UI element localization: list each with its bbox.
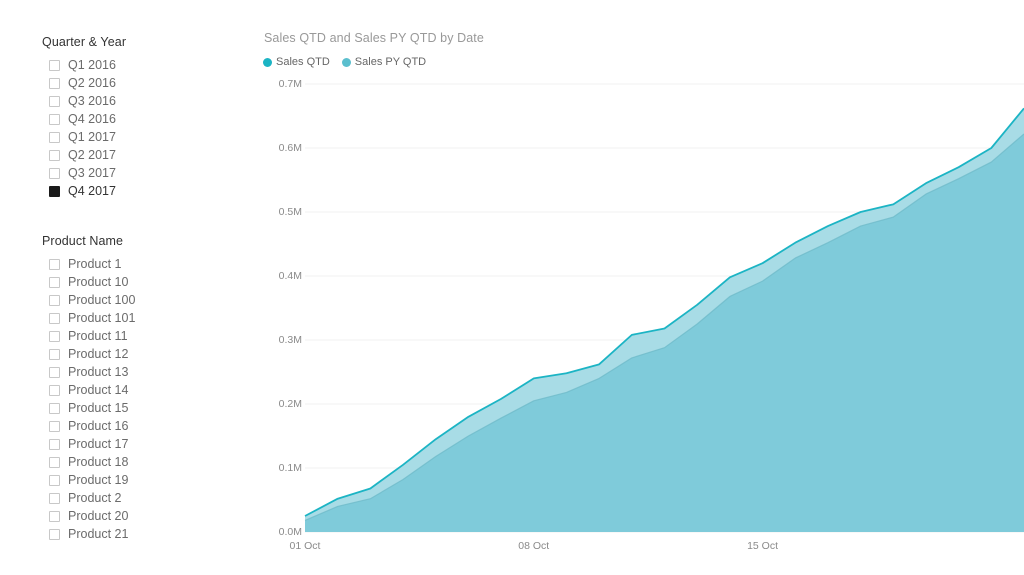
- slicer-item-label: Product 10: [68, 275, 129, 289]
- slicer-item-product-name[interactable]: Product 16: [42, 417, 232, 435]
- slicer-item-product-name[interactable]: Product 2: [42, 489, 232, 507]
- slicer-item-quarter-year[interactable]: Q1 2017: [42, 128, 232, 146]
- slicer-item-label: Product 17: [68, 437, 129, 451]
- slicer-item-label: Product 12: [68, 347, 129, 361]
- x-axis: 01 Oct 08 Oct 15 Oct: [250, 0, 1024, 575]
- checkbox-icon[interactable]: [49, 402, 60, 414]
- slicer-item-quarter-year[interactable]: Q1 2016: [42, 56, 232, 74]
- checkbox-icon[interactable]: [49, 510, 60, 522]
- checkbox-icon[interactable]: [49, 474, 60, 486]
- slicer-item-quarter-year[interactable]: Q4 2016: [42, 110, 232, 128]
- slicer-item-label: Product 101: [68, 311, 136, 325]
- checkbox-icon[interactable]: [49, 131, 60, 143]
- checkbox-icon[interactable]: [49, 312, 60, 324]
- slicer-item-product-name[interactable]: Product 101: [42, 309, 232, 327]
- slicer-item-label: Q1 2016: [68, 58, 116, 72]
- x-axis-tick-label: 08 Oct: [518, 540, 550, 552]
- slicer-item-label: Product 2: [68, 491, 122, 505]
- checkbox-icon[interactable]: [49, 492, 60, 504]
- checkbox-icon[interactable]: [49, 348, 60, 360]
- checkbox-icon[interactable]: [49, 276, 60, 288]
- slicer-item-label: Product 14: [68, 383, 129, 397]
- slicer-item-label: Product 100: [68, 293, 136, 307]
- slicer-item-label: Q2 2017: [68, 148, 116, 162]
- checkbox-icon[interactable]: [49, 438, 60, 450]
- checkbox-icon[interactable]: [49, 456, 60, 468]
- slicer-item-label: Product 11: [68, 329, 128, 343]
- plot-area: 0.0M 0.1M 0.2M 0.3M 0.4M 0.5M 0.6M 0.7M 01 Oct 0…: [250, 0, 1024, 575]
- slicer-item-label: Product 15: [68, 401, 129, 415]
- slicer-quarter-year-list: Q1 2016 Q2 2016 Q3 2016 Q4 2016 Q1 2017 Q2 20…: [42, 56, 232, 200]
- checkbox-icon[interactable]: [49, 528, 60, 540]
- slicer-item-label: Product 1: [68, 257, 122, 271]
- x-axis-tick-label: 15 Oct: [747, 540, 778, 552]
- slicer-product-name-title: Product Name: [42, 234, 124, 248]
- slicer-item-product-name[interactable]: Product 19: [42, 471, 232, 489]
- area-chart-visual[interactable]: Sales QTD and Sales PY QTD by Date Sales…: [250, 0, 1024, 575]
- checkbox-checked-icon[interactable]: [49, 185, 60, 197]
- slicer-item-product-name[interactable]: Product 11: [42, 327, 232, 345]
- slicer-item-quarter-year[interactable]: Q4 2017: [42, 182, 232, 200]
- checkbox-icon[interactable]: [49, 330, 60, 342]
- slicer-item-label: Product 18: [68, 455, 129, 469]
- slicer-product-name-list: Product 1 Product 10 Product 100 Product 10…: [42, 255, 232, 543]
- x-axis-tick-label: 01 Oct: [289, 540, 321, 552]
- slicer-item-quarter-year[interactable]: Q2 2017: [42, 146, 232, 164]
- slicer-item-label: Product 20: [68, 509, 129, 523]
- slicer-item-quarter-year[interactable]: Q3 2017: [42, 164, 232, 182]
- checkbox-icon[interactable]: [49, 420, 60, 432]
- slicer-item-label: Q2 2016: [68, 76, 116, 90]
- slicer-item-quarter-year[interactable]: Q3 2016: [42, 92, 232, 110]
- checkbox-icon[interactable]: [49, 59, 60, 71]
- checkbox-icon[interactable]: [49, 294, 60, 306]
- slicer-item-product-name[interactable]: Product 21: [42, 525, 232, 543]
- slicer-item-label: Product 19: [68, 473, 129, 487]
- slicer-product-name[interactable]: Product Name Product 1 Product 10 Product …: [42, 233, 232, 553]
- slicer-item-label: Q1 2017: [68, 130, 116, 144]
- slicer-item-label: Q4 2016: [68, 112, 116, 126]
- checkbox-icon[interactable]: [49, 167, 60, 179]
- slicer-item-label: Q4 2017: [68, 184, 116, 198]
- checkbox-icon[interactable]: [49, 366, 60, 378]
- slicer-quarter-year: Quarter & Year Q1 2016 Q2 2016 Q3 2016 Q4 2…: [42, 34, 232, 200]
- slicer-item-label: Product 13: [68, 365, 129, 379]
- slicer-item-label: Product 21: [68, 527, 129, 541]
- slicer-item-product-name[interactable]: Product 17: [42, 435, 232, 453]
- slicer-item-product-name[interactable]: Product 10: [42, 273, 232, 291]
- slicer-item-product-name[interactable]: Product 100: [42, 291, 232, 309]
- checkbox-icon[interactable]: [49, 384, 60, 396]
- slicer-item-quarter-year[interactable]: Q2 2016: [42, 74, 232, 92]
- slicer-panel: Quarter & Year Q1 2016 Q2 2016 Q3 2016 Q4 2…: [0, 0, 250, 575]
- checkbox-icon[interactable]: [49, 113, 60, 125]
- slicer-item-label: Q3 2016: [68, 94, 116, 108]
- slicer-item-label: Q3 2017: [68, 166, 116, 180]
- slicer-item-product-name[interactable]: Product 14: [42, 381, 232, 399]
- checkbox-icon[interactable]: [49, 258, 60, 270]
- slicer-item-product-name[interactable]: Product 1: [42, 255, 232, 273]
- checkbox-icon[interactable]: [49, 149, 60, 161]
- slicer-item-product-name[interactable]: Product 12: [42, 345, 232, 363]
- slicer-item-label: Product 16: [68, 419, 129, 433]
- checkbox-icon[interactable]: [49, 95, 60, 107]
- powerbi-report-page: Quarter & Year Q1 2016 Q2 2016 Q3 2016 Q4 2…: [0, 0, 1024, 575]
- checkbox-icon[interactable]: [49, 77, 60, 89]
- slicer-quarter-year-title: Quarter & Year: [42, 35, 127, 49]
- slicer-item-product-name[interactable]: Product 18: [42, 453, 232, 471]
- slicer-item-product-name[interactable]: Product 20: [42, 507, 232, 525]
- slicer-item-product-name[interactable]: Product 13: [42, 363, 232, 381]
- slicer-item-product-name[interactable]: Product 15: [42, 399, 232, 417]
